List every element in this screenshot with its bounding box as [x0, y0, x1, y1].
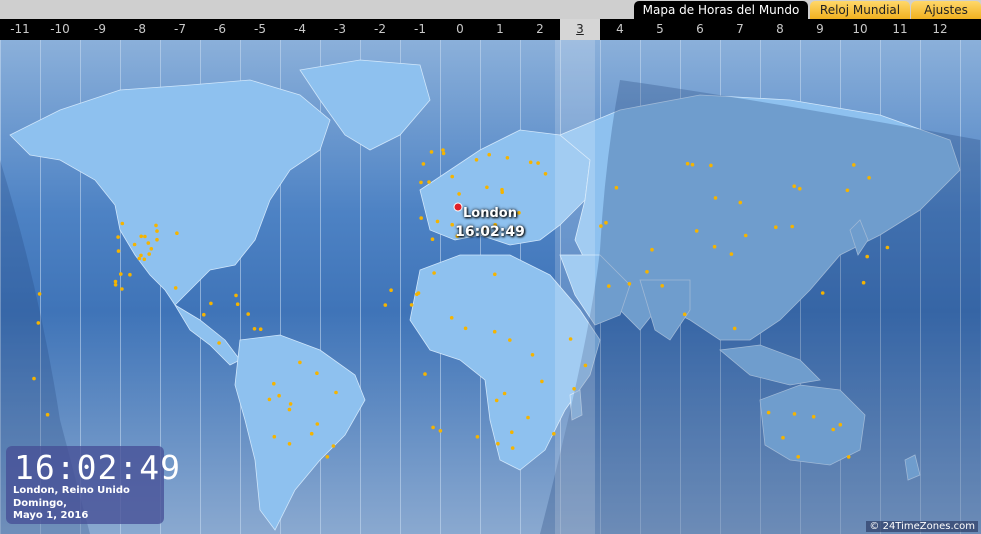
tab-settings[interactable]: Ajustes: [911, 1, 981, 19]
clock-panel: 16:02:49 London, Reino Unido Domingo, Ma…: [6, 446, 180, 524]
location-time: 16:02:49: [455, 224, 525, 240]
timezone-offset--6[interactable]: -6: [200, 19, 240, 40]
timezone-offset--3[interactable]: -3: [320, 19, 360, 40]
timezone-offset--2[interactable]: -2: [360, 19, 400, 40]
timezone-offset--11[interactable]: -11: [0, 19, 40, 40]
clock-date: Mayo 1, 2016: [13, 510, 89, 521]
timezone-offset-1[interactable]: 1: [480, 19, 520, 40]
tab-bar: Mapa de Horas del Mundo Reloj Mundial Aj…: [0, 0, 981, 19]
timezone-offset-0[interactable]: 0: [440, 19, 480, 40]
timezone-offset-10[interactable]: 10: [840, 19, 880, 40]
timezone-offset-9[interactable]: 9: [800, 19, 840, 40]
timezone-offset-12[interactable]: 12: [920, 19, 960, 40]
location-name: London: [463, 206, 517, 221]
location-label: London 16:02:49: [448, 205, 532, 241]
timezone-offset--4[interactable]: -4: [280, 19, 320, 40]
timezone-offset-11[interactable]: 11: [880, 19, 920, 40]
timezone-offset--1[interactable]: -1: [400, 19, 440, 40]
timezone-offset--5[interactable]: -5: [240, 19, 280, 40]
timezone-offset-6[interactable]: 6: [680, 19, 720, 40]
clock-day: Domingo,: [13, 498, 67, 509]
timezone-offset-8[interactable]: 8: [760, 19, 800, 40]
timezone-offset--7[interactable]: -7: [160, 19, 200, 40]
timezone-offset-bar: -11 -10 -9 -8 -7 -6 -5 -4 -3 -2 -1 0 1 2 3 4 5 6 7 8 9 10 11 12: [0, 19, 981, 40]
tab-world-time-map[interactable]: Mapa de Horas del Mundo: [634, 1, 808, 19]
clock-city: London, Reino Unido: [13, 485, 130, 496]
timezone-offset--8[interactable]: -8: [120, 19, 160, 40]
copyright-notice[interactable]: © 24TimeZones.com: [866, 521, 978, 532]
timezone-offset--9[interactable]: -9: [80, 19, 120, 40]
timezone-offset-5[interactable]: 5: [640, 19, 680, 40]
timezone-offset-3[interactable]: 3: [560, 19, 600, 40]
timezone-offset--10[interactable]: -10: [40, 19, 80, 40]
timezone-offset-2[interactable]: 2: [520, 19, 560, 40]
clock-digits: 16:02:49: [14, 448, 181, 487]
timezone-offset-4[interactable]: 4: [600, 19, 640, 40]
timezone-offset-7[interactable]: 7: [720, 19, 760, 40]
tab-world-clock[interactable]: Reloj Mundial: [810, 1, 910, 19]
